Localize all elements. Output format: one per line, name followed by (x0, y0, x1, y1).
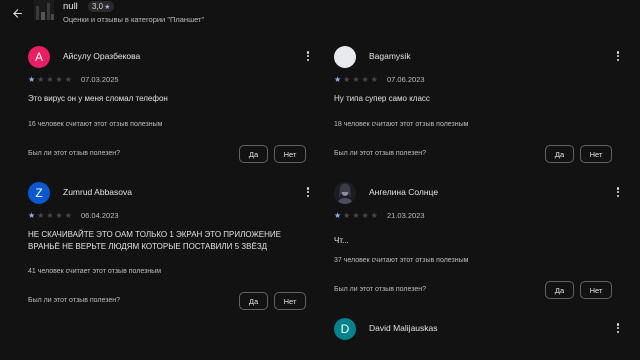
star-empty-icon: ★ (46, 75, 54, 84)
more-options-icon[interactable] (613, 49, 623, 63)
star-filled-icon: ★ (334, 75, 342, 84)
star-empty-icon: ★ (55, 211, 63, 220)
review-date: 07.03.2025 (81, 75, 119, 84)
star-empty-icon: ★ (64, 211, 72, 220)
helpful-count: 18 человек считают этот отзыв полезным (334, 121, 469, 128)
star-icon: ★ (104, 3, 111, 11)
avatar: Z (28, 182, 50, 204)
avatar-initial: Z (35, 186, 43, 200)
app-header: null 3,0 ★ Оценки и отзывы в категории "… (0, 0, 640, 34)
review-text: Это вирус он у меня сломал телефон (28, 94, 168, 103)
yes-button[interactable]: Да (545, 145, 574, 163)
no-button[interactable]: Нет (580, 145, 612, 163)
star-filled-icon: ★ (28, 211, 36, 220)
star-filled-icon: ★ (28, 75, 36, 84)
review-date: 21.03.2023 (387, 211, 425, 220)
review-card: D David Malijauskas (334, 318, 620, 348)
helpful-question: Был ли этот отзыв полезен? (334, 286, 427, 293)
arrow-back-icon (12, 8, 22, 18)
star-empty-icon: ★ (352, 75, 360, 84)
star-rating: ★ ★ ★ ★ ★ (28, 212, 72, 220)
review-card: Ангелина Солнце ★ ★ ★ ★ ★ 21.03.2023 Чт.… (334, 182, 620, 306)
reviewer-name: Bagamysik (369, 51, 411, 61)
more-options-icon[interactable] (303, 49, 313, 63)
review-card: Z Zumrud Abbasova ★ ★ ★ ★ ★ 06.04.2023 Н… (28, 182, 313, 312)
review-card: Bagamysik ★ ★ ★ ★ ★ 07.06.2023 Ну типа с… (334, 46, 620, 170)
no-button[interactable]: Нет (274, 145, 306, 163)
avatar (334, 46, 356, 68)
yes-button[interactable]: Да (545, 281, 574, 299)
back-button[interactable] (8, 4, 26, 22)
star-empty-icon: ★ (370, 211, 378, 220)
star-empty-icon: ★ (64, 75, 72, 84)
avatar-initial: D (340, 322, 350, 336)
no-button[interactable]: Нет (580, 281, 612, 299)
star-empty-icon: ★ (343, 75, 351, 84)
avatar: D (334, 318, 356, 340)
helpful-question: Был ли этот отзыв полезен? (28, 150, 121, 157)
no-button[interactable]: Нет (274, 292, 306, 310)
avatar (334, 182, 356, 204)
rating-badge: 3,0 ★ (88, 1, 115, 12)
star-empty-icon: ★ (370, 75, 378, 84)
reviewer-name: David Malijauskas (369, 323, 438, 333)
avatar: А (28, 46, 50, 68)
star-empty-icon: ★ (37, 75, 45, 84)
ratings-subtitle: Оценки и отзывы в категории "Планшет" (63, 15, 205, 24)
review-text: НЕ СКАЧИВАЙТЕ ЭТО ОАМ ТОЛЬКО 1 ЭКРАН ЭТО… (28, 230, 281, 251)
helpful-count: 37 человек считают этот отзыв полезным (334, 257, 469, 264)
star-empty-icon: ★ (37, 211, 45, 220)
reviewer-name: Айсулу Оразбекова (63, 51, 141, 61)
star-rating: ★ ★ ★ ★ ★ (334, 212, 378, 220)
review-text: Чт... (334, 236, 349, 245)
helpful-count: 41 человек считает этот отзыв полезным (28, 268, 162, 275)
app-name: null (63, 1, 78, 12)
helpful-question: Был ли этот отзыв полезен? (28, 297, 121, 304)
helpful-count: 16 человек считают этот отзыв полезным (28, 121, 163, 128)
more-options-icon[interactable] (613, 185, 623, 199)
star-filled-icon: ★ (334, 211, 342, 220)
star-empty-icon: ★ (46, 211, 54, 220)
avatar-initial: А (34, 50, 43, 64)
star-empty-icon: ★ (361, 75, 369, 84)
review-date: 06.04.2023 (81, 211, 119, 220)
rating-value: 3,0 (92, 2, 104, 11)
star-rating: ★ ★ ★ ★ ★ (334, 76, 378, 84)
star-empty-icon: ★ (55, 75, 63, 84)
yes-button[interactable]: Да (239, 292, 268, 310)
more-options-icon[interactable] (613, 321, 623, 335)
review-text: Ну типа супер само класс (334, 94, 430, 103)
app-icon (34, 0, 54, 20)
review-date: 07.06.2023 (387, 75, 425, 84)
helpful-question: Был ли этот отзыв полезен? (334, 150, 427, 157)
star-empty-icon: ★ (343, 211, 351, 220)
avatar-photo-icon (334, 182, 356, 204)
star-rating: ★ ★ ★ ★ ★ (28, 76, 72, 84)
reviewer-name: Ангелина Солнце (369, 187, 439, 197)
reviewer-name: Zumrud Abbasova (63, 187, 132, 197)
more-options-icon[interactable] (303, 185, 313, 199)
star-empty-icon: ★ (361, 211, 369, 220)
star-empty-icon: ★ (352, 211, 360, 220)
yes-button[interactable]: Да (239, 145, 268, 163)
review-card: А Айсулу Оразбекова ★ ★ ★ ★ ★ 07.03.2025… (28, 46, 313, 170)
